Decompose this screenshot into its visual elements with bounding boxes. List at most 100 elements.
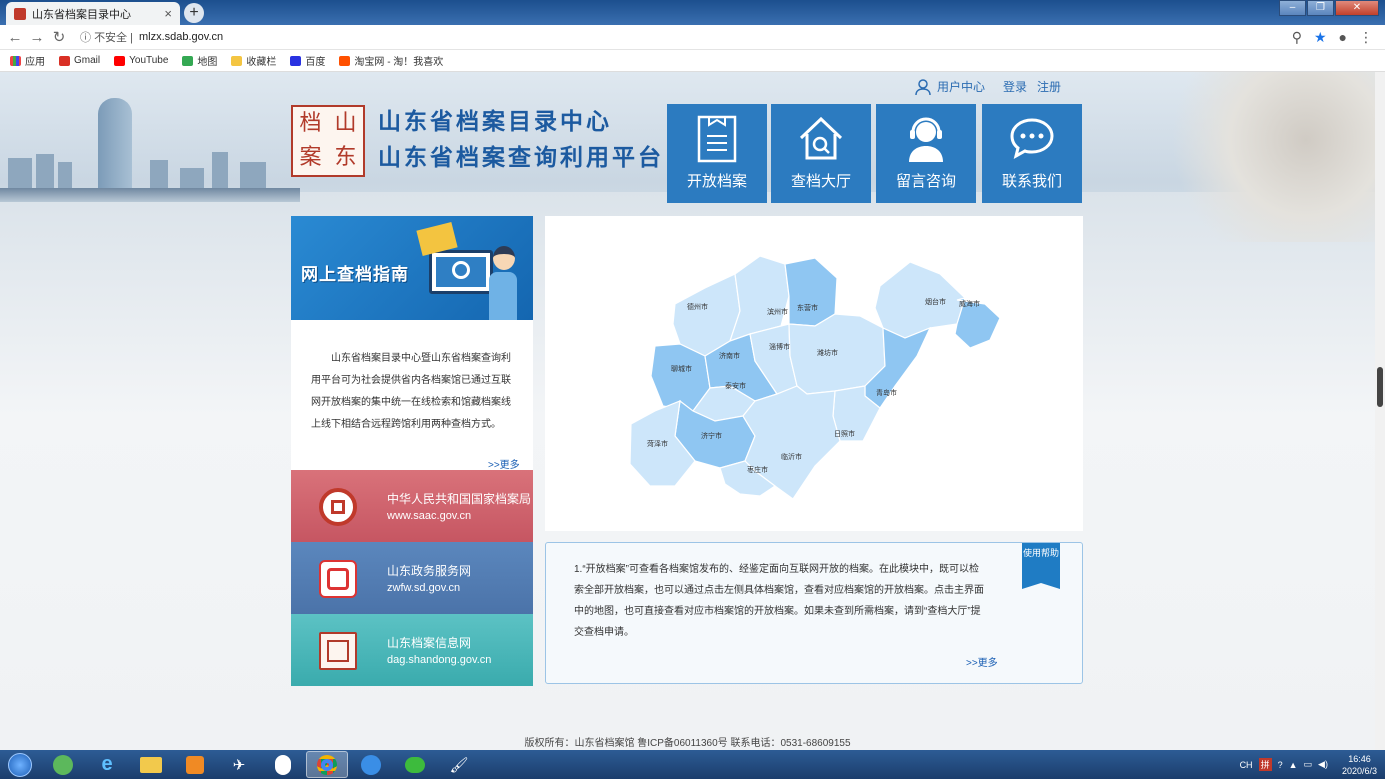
ime-indicator[interactable]: CH — [1240, 760, 1253, 770]
link-url: dag.shandong.gov.cn — [387, 654, 492, 666]
bookmark-taobao[interactable]: 淘宝网 - 淘！我喜欢 — [339, 53, 443, 68]
restore-button[interactable]: ❐ — [1307, 0, 1334, 16]
map-label-zaozhuang: 枣庄市 — [747, 465, 768, 474]
bookmark-gmail[interactable]: Gmail — [59, 55, 100, 66]
page-scrollbar[interactable] — [1375, 72, 1385, 750]
taskbar-app-chrome[interactable] — [306, 751, 348, 778]
bookmark-apps[interactable]: 应用 — [10, 53, 45, 68]
taskbar-app-ie[interactable]: e — [86, 751, 128, 778]
taskbar-app-sync[interactable] — [350, 751, 392, 778]
clock[interactable]: 16:46 2020/6/3 — [1342, 753, 1377, 777]
site-favicon-icon — [14, 7, 26, 20]
shandong-archives-logo-icon — [319, 632, 357, 670]
site-logo[interactable]: 档山 案东 — [291, 105, 365, 177]
close-window-button[interactable]: ✕ — [1335, 0, 1379, 16]
map-region-dongying[interactable] — [784, 257, 838, 327]
network-icon[interactable]: ▭ — [1304, 759, 1313, 770]
site-title-line1: 山东省档案目录中心 — [378, 108, 612, 135]
clock-date: 2020/6/3 — [1341, 765, 1377, 776]
forward-icon[interactable]: → — [26, 29, 48, 46]
taskbar-app-feiq[interactable]: ✈ — [218, 751, 260, 778]
map-label-heze: 菏泽市 — [647, 439, 668, 448]
login-link[interactable]: 登录 — [1003, 78, 1027, 95]
user-center-link[interactable]: 用户中心 — [915, 78, 985, 95]
user-icon — [915, 78, 931, 95]
start-button[interactable] — [0, 750, 40, 779]
new-tab-button[interactable]: + — [184, 3, 204, 23]
gmail-icon — [59, 55, 70, 66]
volume-icon[interactable]: ◀) — [1318, 759, 1328, 770]
map-region-yantai[interactable] — [874, 261, 966, 339]
map-label-zibo: 淄博市 — [769, 342, 790, 351]
nav-label: 查档大厅 — [790, 173, 851, 190]
zoom-icon[interactable]: ⚲ — [1292, 29, 1302, 46]
taskbar-app-qq[interactable] — [262, 751, 304, 778]
shoreline — [0, 188, 300, 202]
bookmark-maps[interactable]: 地图 — [182, 53, 217, 68]
link-saac[interactable]: 中华人民共和国国家档案局 www.saac.gov.cn — [291, 470, 533, 542]
bookmark-folder[interactable]: 收藏栏 — [231, 53, 276, 68]
taskbar-app-explorer[interactable] — [130, 751, 172, 778]
taskbar-app-360[interactable] — [42, 751, 84, 778]
media-player-icon — [186, 755, 204, 774]
magnifier-icon — [452, 261, 470, 279]
shandong-gov-logo-icon — [319, 560, 357, 598]
taobao-icon — [339, 55, 351, 66]
map-label-jinan: 济南市 — [719, 351, 740, 360]
profile-icon[interactable]: ● — [1339, 29, 1347, 46]
browser-tab[interactable]: 山东省档案目录中心 × — [6, 2, 180, 25]
link-name: 山东档案信息网 — [387, 636, 472, 650]
nav-contact[interactable]: 联系我们 — [982, 104, 1082, 203]
nav-consult[interactable]: 留言咨询 — [876, 104, 976, 203]
help-icon[interactable]: ? — [1278, 760, 1283, 770]
nav-search-hall[interactable]: 查档大厅 — [771, 104, 871, 203]
help-badge[interactable]: 使用帮助 — [1022, 543, 1060, 589]
link-dag[interactable]: 山东档案信息网 dag.shandong.gov.cn — [291, 614, 533, 686]
system-tray: CH 拼 ? ▲ ▭ ◀) 16:46 2020/6/3 — [1240, 750, 1385, 779]
map-label-linyi: 临沂市 — [781, 452, 802, 461]
folder-icon — [140, 756, 162, 773]
shandong-map-panel: 德州市 滨州市 东营市 烟台市 威海市 聊城市 济南市 淄博市 潍坊市 泰安市 … — [545, 216, 1083, 531]
guide-banner[interactable]: 网上查档指南 — [291, 216, 533, 320]
map-label-rizhao: 日照市 — [834, 429, 855, 438]
nav-open-archives[interactable]: 开放档案 — [667, 104, 767, 203]
ink-painting-decoration — [1145, 72, 1375, 242]
national-archives-emblem-icon — [319, 488, 357, 526]
footer-copyright: 版权所有：山东省档案馆 鲁ICP备06011360号 联系电话：0531-686… — [524, 738, 851, 749]
windows-logo-icon — [8, 752, 32, 777]
document-icon — [697, 115, 737, 163]
map-label-binzhou: 滨州市 — [767, 307, 788, 316]
link-name: 中华人民共和国国家档案局 — [387, 492, 532, 506]
link-zwfw[interactable]: 山东政务服务网 zwfw.sd.gov.cn — [291, 542, 533, 614]
map-label-liaocheng: 聊城市 — [671, 364, 692, 373]
bookmark-youtube[interactable]: YouTube — [114, 55, 168, 66]
taskbar-app-media[interactable] — [174, 751, 216, 778]
url-field[interactable]: mlzx.sdab.gov.cn — [139, 31, 223, 43]
bookmark-star-icon[interactable]: ★ — [1314, 29, 1327, 46]
back-icon[interactable]: ← — [4, 29, 26, 46]
ime-icon[interactable]: 拼 — [1258, 758, 1272, 771]
reload-icon[interactable]: ↻ — [48, 28, 70, 46]
security-indicator[interactable]: ⓘ 不安全 | — [80, 29, 133, 45]
help-panel: 1.“开放档案”可查看各档案馆发布的、经鉴定面向互联网开放的档案。在此模块中，既… — [545, 542, 1083, 684]
map-label-weifang: 潍坊市 — [817, 348, 838, 357]
close-tab-icon[interactable]: × — [164, 6, 172, 21]
map-label-dongying: 东营市 — [797, 303, 818, 312]
baidu-icon — [290, 55, 302, 66]
bookmarks-bar: 应用 Gmail YouTube 地图 收藏栏 百度 淘宝网 - 淘！我喜欢 — [0, 50, 1385, 72]
menu-icon[interactable]: ⋮ — [1359, 29, 1373, 46]
taskbar-app-wechat[interactable] — [394, 751, 436, 778]
chat-bubble-icon — [1010, 118, 1054, 159]
help-more-link[interactable]: >>更多 — [966, 654, 998, 669]
map-label-dezhou: 德州市 — [687, 302, 708, 311]
scrollbar-thumb[interactable] — [1377, 367, 1383, 407]
map-label-yantai: 烟台市 — [925, 297, 946, 306]
bookmark-baidu[interactable]: 百度 — [290, 53, 325, 68]
clock-time: 16:46 — [1348, 753, 1371, 764]
register-link[interactable]: 注册 — [1037, 78, 1061, 95]
intro-more-link[interactable]: >>更多 — [488, 456, 520, 471]
show-hidden-icons-icon[interactable]: ▲ — [1289, 760, 1298, 770]
taskbar-app-paint[interactable]: 🖌 — [438, 751, 480, 778]
minimize-button[interactable]: – — [1279, 0, 1306, 16]
help-text: 1.“开放档案”可查看各档案馆发布的、经鉴定面向互联网开放的档案。在此模块中，既… — [574, 564, 984, 638]
